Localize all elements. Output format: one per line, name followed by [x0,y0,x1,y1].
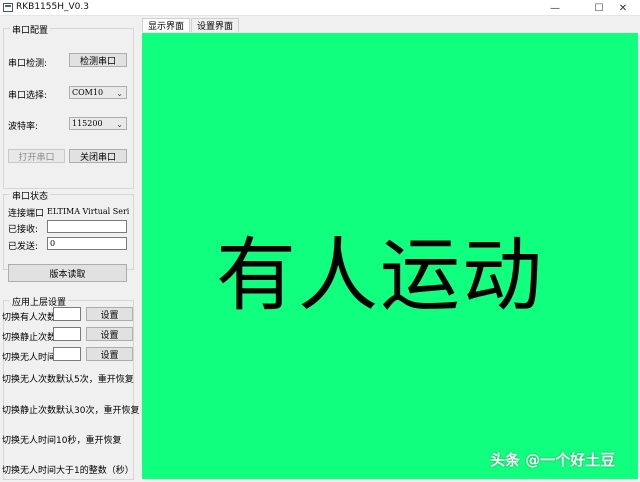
version-read-button[interactable]: 版本读取 [8,264,127,282]
port-select-value: COM10 [72,88,104,97]
still-count-input[interactable] [53,327,81,341]
set-people-count-button[interactable]: 设置 [86,307,133,321]
watermark: 头条 @一个好土豆 [490,451,616,469]
setting-row-label: 切换有人次数 [2,313,57,323]
sent-field: 0 [47,237,127,250]
setting-row-label: 切换静止次数 [2,333,57,343]
chevron-down-icon: ⌄ [116,120,123,129]
settings-note: 切换无人时间10秒，重开恢复 [2,436,122,446]
left-panel: 串口配置 串口检测: 检测串口 串口选择: COM10 ⌄ 波特率: 11520… [0,16,140,482]
nobody-time-input[interactable] [53,347,81,361]
setting-row-label: 切换无人时间 [2,353,57,363]
detect-label: 串口检测: [8,59,48,69]
connected-port-label: 连接端口 [8,209,45,219]
baud-label: 波特率: [8,122,39,132]
connected-port-value: ELTIMA Virtual Seria [47,207,129,216]
port-select-label: 串口选择: [8,91,48,101]
port-select[interactable]: COM10 ⌄ [69,86,127,99]
chevron-down-icon: ⌄ [116,89,123,98]
settings-note: 切换无人次数默认5次，重开恢复 [2,375,134,385]
detect-port-button[interactable]: 检测串口 [69,53,127,67]
tab-settings[interactable]: 设置界面 [191,18,240,32]
close-icon[interactable]: ✕ [606,0,640,16]
sent-value: 0 [50,239,56,248]
baud-select[interactable]: 115200 ⌄ [69,117,127,130]
settings-note: 切换静止次数默认30次，重开恢复 [2,406,140,416]
received-field: 765469 [47,220,127,233]
serial-status-title: 串口状态 [10,189,51,202]
app-icon [3,3,13,12]
people-count-input[interactable] [53,307,81,321]
window-title: RKB1155H_V0.3 [16,2,89,12]
open-port-button[interactable]: 打开串口 [8,149,65,163]
minimize-icon[interactable]: — [538,0,572,16]
serial-config-title: 串口配置 [10,23,51,36]
status-text: 有人运动 [216,229,544,322]
sent-label: 已发送: [8,242,39,252]
set-still-count-button[interactable]: 设置 [86,327,133,341]
settings-note: 切换无人时间大于1的整数（秒） [2,466,134,476]
baud-select-value: 115200 [72,119,103,128]
tab-bar: 显示界面 设置界面 [142,18,240,32]
close-port-button[interactable]: 关闭串口 [69,149,127,163]
set-nobody-time-button[interactable]: 设置 [86,347,133,361]
received-label: 已接收: [8,225,39,235]
status-display: 有人运动 头条 @一个好土豆 [142,33,638,479]
tab-display[interactable]: 显示界面 [142,18,191,32]
received-value: 765469 [50,221,81,223]
title-bar: RKB1155H_V0.3 — ☐ ✕ [0,0,640,16]
